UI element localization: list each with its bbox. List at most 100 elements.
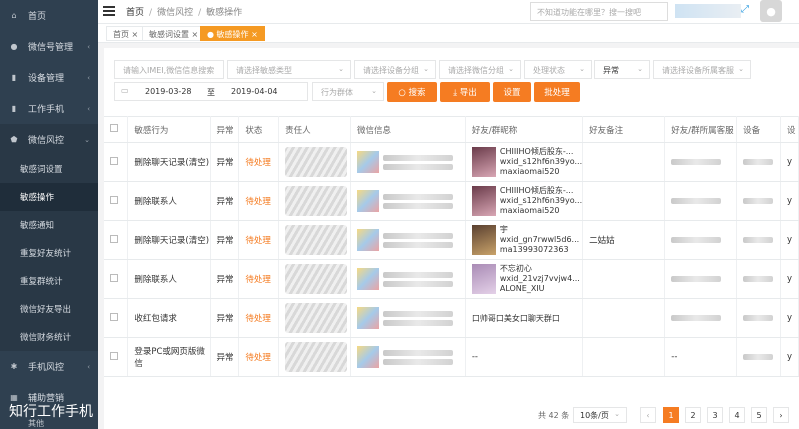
column-header[interactable]: 好友备注 xyxy=(582,116,666,143)
tab-bar: 首页 × 敏感词设置 × ● 敏感操作 × xyxy=(98,24,799,43)
batch-process-button[interactable]: 批处理 xyxy=(534,82,580,102)
status-select[interactable]: 处理状态 ⌄ xyxy=(524,60,592,79)
date-to[interactable]: 2019-04-04 xyxy=(231,87,278,96)
avatar[interactable]: ● xyxy=(760,0,782,22)
sidebar-subitem-finance[interactable]: 微信财务统计 xyxy=(0,323,98,351)
home-icon: ⌂ xyxy=(11,11,17,20)
breadcrumb-item[interactable]: 微信风控 xyxy=(157,8,193,18)
sidebar-item-wechat-risk[interactable]: ⬟ 微信风控 ⌄ xyxy=(0,124,98,155)
imei-search-input[interactable]: 请输入IMEI,微信信息搜索 xyxy=(114,60,224,79)
sidebar-item-label: 微信号管理 xyxy=(28,43,74,53)
sidebar-item-wechat-accounts[interactable]: ● 微信号管理 ‹ xyxy=(0,31,98,62)
sidebar-item-devices[interactable]: ▮ 设备管理 ‹ xyxy=(0,62,98,93)
calendar-icon: ▭ xyxy=(121,86,129,95)
friend-info: 宇 wxid_gn7rwwl5d6... ma13993072363 xyxy=(471,225,582,255)
row-checkbox[interactable] xyxy=(110,312,118,321)
redacted-owner xyxy=(285,264,348,294)
cell-behavior: 删除联系人 xyxy=(127,181,211,221)
cell-status[interactable]: 待处理 xyxy=(238,259,280,299)
search-button[interactable]: ○ 搜索 xyxy=(387,82,437,102)
page-button-5[interactable]: 5 xyxy=(751,407,767,423)
table-row[interactable]: 收红包请求 异常 待处理 口帅哥口美女口聊天群口 y xyxy=(104,298,799,338)
table-row[interactable]: 删除联系人 异常 待处理 不忘初心 wxid_21vzj7vvjw4... ALON… xyxy=(104,259,799,299)
cell-status[interactable]: 待处理 xyxy=(238,142,280,182)
column-header[interactable]: 好友/群昵称 xyxy=(465,116,584,143)
sidebar-subitem-sensitive-ops[interactable]: 敏感操作 xyxy=(0,183,98,211)
chevron-down-icon: ⌄ xyxy=(423,65,429,73)
user-info[interactable] xyxy=(675,4,741,18)
status-dot-icon: ● xyxy=(207,30,214,39)
cell-behavior: 删除聊天记录(清空) xyxy=(127,220,211,260)
column-header[interactable]: 好友/群所属客服 xyxy=(664,116,738,143)
sidebar-item-label: 工作手机 xyxy=(28,105,65,115)
page-button-4[interactable]: 4 xyxy=(729,407,745,423)
row-checkbox[interactable] xyxy=(110,351,118,360)
sensitive-type-select[interactable]: 请选择敏感类型 ⌄ xyxy=(227,60,351,79)
cell-device: y xyxy=(780,298,799,338)
cell-status[interactable]: 待处理 xyxy=(238,181,280,221)
menu-toggle-icon[interactable] xyxy=(103,6,115,16)
next-page-button[interactable]: › xyxy=(773,407,789,423)
table-row[interactable]: 删除联系人 异常 待处理 CHIIIHO倾后股东-... wxid_s12hf6n… xyxy=(104,181,799,221)
tab-sensitive-ops[interactable]: ● 敏感操作 × xyxy=(200,26,265,41)
sidebar-item-home[interactable]: ⌂ 首页 xyxy=(0,0,98,31)
device-group-select[interactable]: 请选择设备分组 ⌄ xyxy=(354,60,436,79)
row-checkbox[interactable] xyxy=(110,156,118,165)
sidebar-subitem-dup-groups[interactable]: 重复群统计 xyxy=(0,267,98,295)
row-checkbox[interactable] xyxy=(110,234,118,243)
row-checkbox[interactable] xyxy=(110,273,118,282)
page-button-3[interactable]: 3 xyxy=(707,407,723,423)
column-header[interactable]: 异常 xyxy=(210,116,240,143)
sidebar-subitem-sensitive-notice[interactable]: 敏感通知 xyxy=(0,211,98,239)
column-header[interactable]: 设备 xyxy=(736,116,781,143)
date-from[interactable]: 2019-03-28 xyxy=(145,87,192,96)
date-separator: 至 xyxy=(207,88,215,97)
redacted-owner xyxy=(285,342,348,372)
close-icon[interactable]: × xyxy=(251,30,258,39)
cell-device: y xyxy=(780,220,799,260)
table-row[interactable]: 登录PC或网页版微信 异常 待处理 -- -- y xyxy=(104,337,799,377)
date-range-picker[interactable]: ▭ 2019-03-28 至 2019-04-04 xyxy=(114,82,308,101)
sidebar-item-work-phone[interactable]: ▮ 工作手机 ‹ xyxy=(0,93,98,124)
column-header[interactable]: 责任人 xyxy=(278,116,352,143)
global-search-input[interactable]: 不知道功能在哪里？搜一搜吧 xyxy=(530,2,668,21)
cell-status[interactable]: 待处理 xyxy=(238,337,280,377)
close-icon[interactable]: × xyxy=(132,30,139,39)
redacted-owner xyxy=(285,147,348,177)
select-all-checkbox[interactable] xyxy=(110,124,118,132)
behavior-group-select[interactable]: 行为群体 ⌄ xyxy=(312,82,384,101)
sidebar-item-label: 设备管理 xyxy=(28,74,65,84)
column-header[interactable]: 微信信息 xyxy=(350,116,466,143)
close-icon[interactable]: × xyxy=(192,30,199,39)
abnormal-select[interactable]: 异常 ⌄ xyxy=(594,60,650,79)
sidebar-subitem-friend-export[interactable]: 微信好友导出 xyxy=(0,295,98,323)
fullscreen-icon[interactable]: ⤢ xyxy=(741,4,749,15)
cell-status[interactable]: 待处理 xyxy=(238,220,280,260)
sidebar-item-phone-risk[interactable]: ✱ 手机风控 ‹ xyxy=(0,351,98,382)
column-header[interactable]: 状态 xyxy=(238,116,280,143)
sidebar-subitem-sensitive-words[interactable]: 敏感词设置 xyxy=(0,155,98,183)
column-header[interactable]: 设 xyxy=(780,116,799,143)
page-size-select[interactable]: 10条/页 ⌄ xyxy=(573,407,627,423)
friend-avatar xyxy=(471,147,496,177)
breadcrumb-item: 敏感操作 xyxy=(206,8,243,18)
customer-service-select[interactable]: 请选择设备所属客服 ⌄ xyxy=(653,60,751,79)
phone-icon: ▮ xyxy=(11,73,17,82)
table-row[interactable]: 删除聊天记录(清空) 异常 待处理 宇 wxid_gn7rwwl5d6... ma1… xyxy=(104,220,799,260)
table-row[interactable]: 删除聊天记录(清空) 异常 待处理 CHIIIHO倾后股东-... wxid_s1… xyxy=(104,142,799,182)
breadcrumb-item[interactable]: 首页 xyxy=(126,8,144,18)
row-checkbox[interactable] xyxy=(110,195,118,204)
column-header[interactable]: 敏感行为 xyxy=(127,116,211,143)
tab-home[interactable]: 首页 × xyxy=(106,26,146,41)
cell-status[interactable]: 待处理 xyxy=(238,298,280,338)
chevron-down-icon: ⌄ xyxy=(508,65,514,73)
prev-page-button[interactable]: ‹ xyxy=(640,407,656,423)
sidebar-subitem-dup-friends[interactable]: 重复好友统计 xyxy=(0,239,98,267)
wechat-info xyxy=(357,151,465,173)
page-button-1[interactable]: 1 xyxy=(663,407,679,423)
wechat-group-select[interactable]: 请选择微信分组 ⌄ xyxy=(439,60,521,79)
export-button[interactable]: ⤓ 导出 xyxy=(440,82,490,102)
settings-button[interactable]: 设置 xyxy=(493,82,531,102)
tab-sensitive-words[interactable]: 敏感词设置 × xyxy=(142,26,206,41)
page-button-2[interactable]: 2 xyxy=(685,407,701,423)
